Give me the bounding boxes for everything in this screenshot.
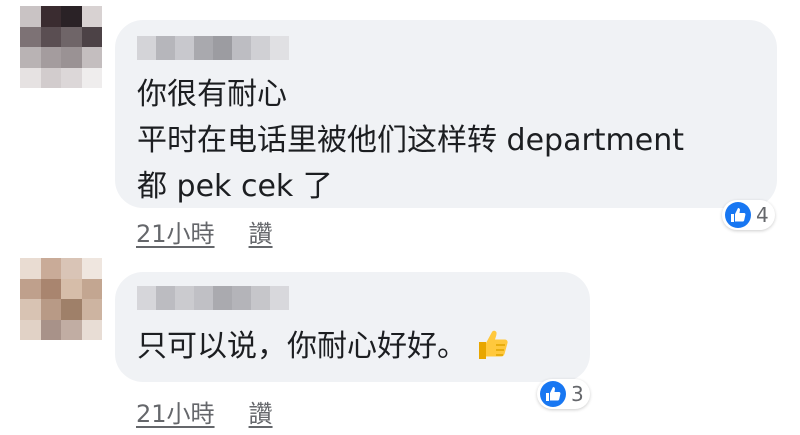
comment-meta: 21小時 讚 (136, 394, 273, 429)
comment-bubble: 只可以说，你耐心好好。 (115, 272, 590, 382)
commenter-name-blurred[interactable] (137, 36, 289, 60)
thumbs-up-icon (475, 326, 511, 362)
reaction-summary[interactable]: 3 (537, 379, 590, 409)
reaction-count: 4 (756, 203, 769, 227)
comment-meta: 21小時 讚 (136, 214, 273, 249)
comment-timestamp[interactable]: 21小時 (136, 394, 215, 429)
commenter-name-blurred[interactable] (137, 286, 289, 310)
comment-text: 你很有耐心 平时在电话里被他们这样转 department 都 pek cek … (137, 77, 685, 204)
avatar[interactable] (20, 258, 102, 340)
like-button[interactable]: 讚 (249, 214, 273, 249)
like-button[interactable]: 讚 (249, 394, 273, 429)
reaction-summary[interactable]: 4 (722, 200, 775, 230)
avatar[interactable] (20, 6, 102, 88)
like-reaction-icon (540, 381, 566, 407)
comment-text-content: 只可以说，你耐心好好。 (137, 329, 467, 364)
comment-timestamp[interactable]: 21小時 (136, 214, 215, 249)
comment-text: 只可以说，你耐心好好。 (137, 324, 511, 370)
comment-bubble: 你很有耐心 平时在电话里被他们这样转 department 都 pek cek … (115, 20, 777, 208)
reaction-count: 3 (571, 382, 584, 406)
like-reaction-icon (725, 202, 751, 228)
